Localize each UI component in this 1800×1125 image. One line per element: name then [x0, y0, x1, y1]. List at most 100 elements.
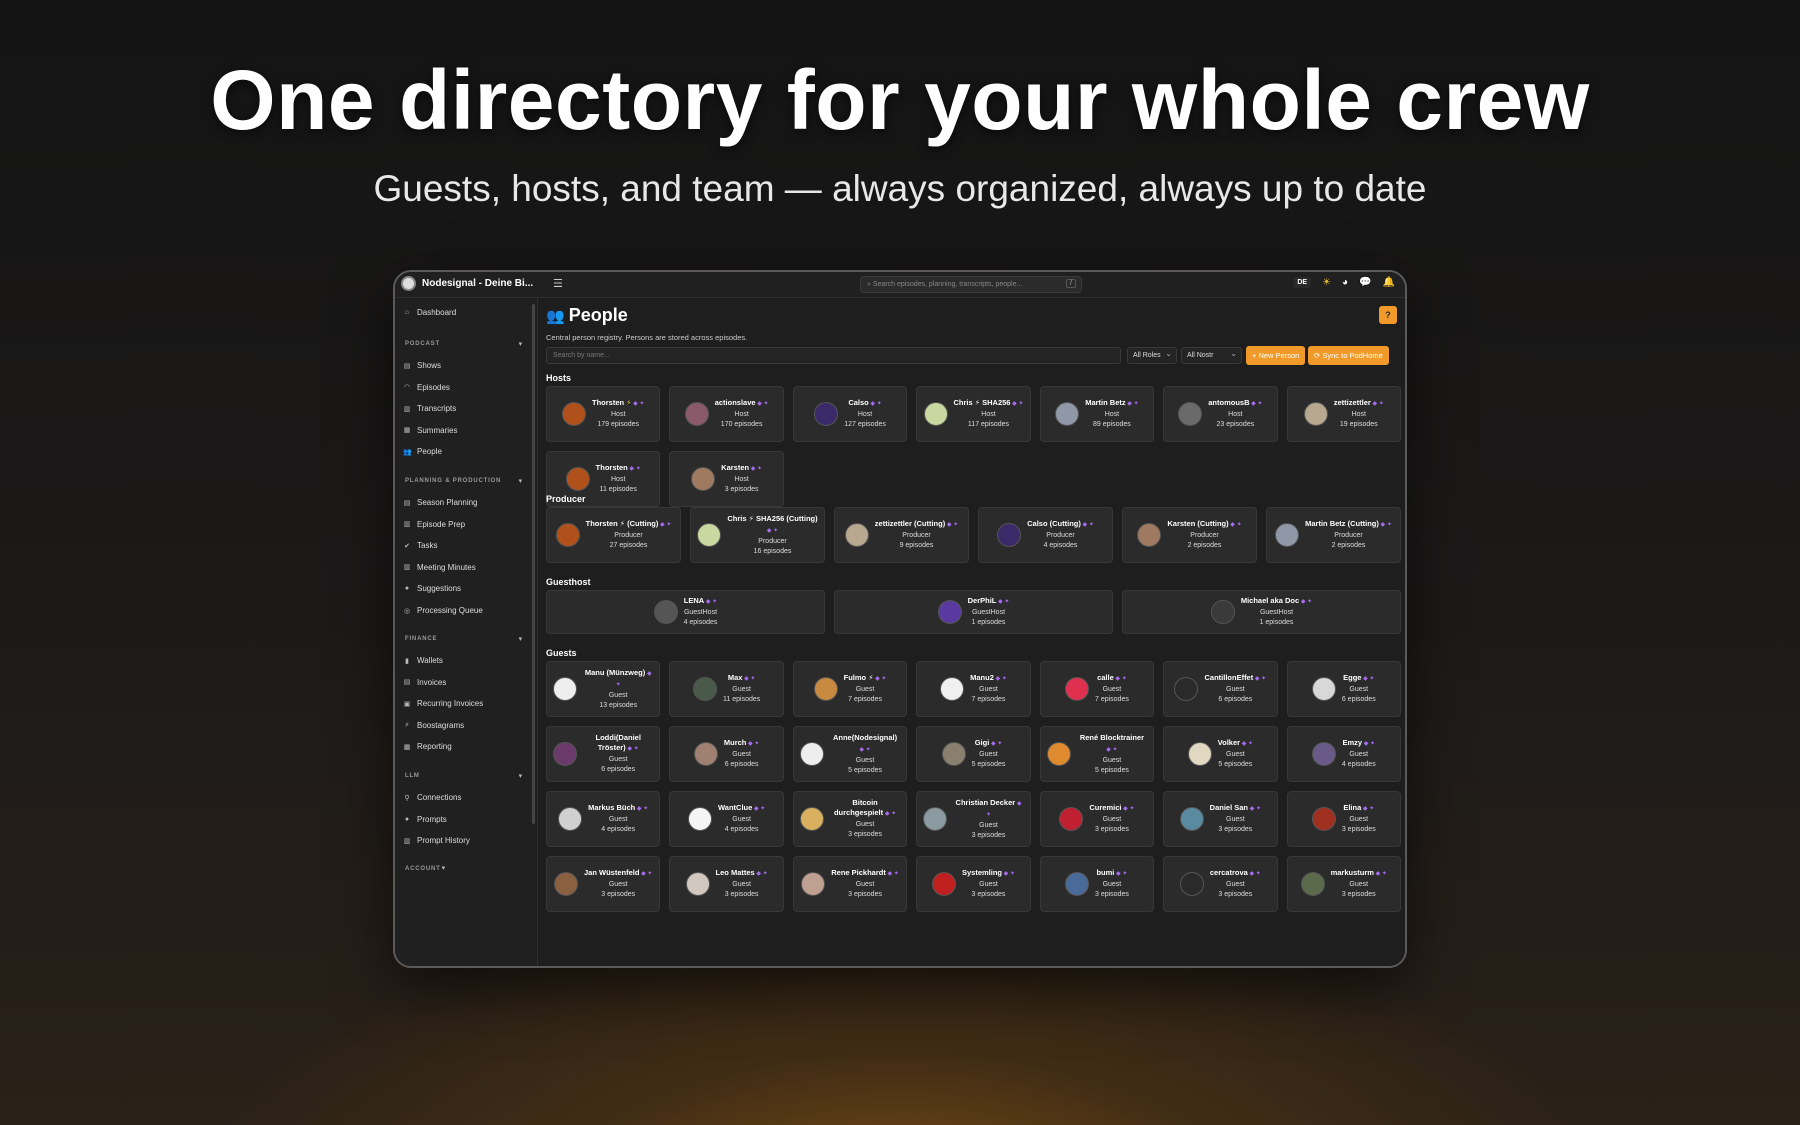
sidebar: ⌂ Dashboard PODCAST ▾ ▤ Shows ◠ Episodes ▥ Trans…	[395, 298, 538, 966]
person-card[interactable]: Bitcoin durchgespielt ◆ ✦ Guest 3 episodes	[792, 791, 908, 847]
person-search-input[interactable]: Search by name...	[546, 347, 1121, 364]
person-card[interactable]: Manu2 ◆ ✦ Guest 7 episodes	[916, 661, 1031, 717]
chat-icon[interactable]: 💬	[1359, 277, 1371, 288]
sidebar-section-podcast[interactable]: PODCAST ▾	[405, 341, 523, 348]
sidebar-item-summaries[interactable]: ▦ Summaries	[403, 426, 458, 435]
sidebar-section-finance[interactable]: FINANCE ▾	[405, 636, 523, 643]
person-card[interactable]: WantClue ◆ ✦ Guest 4 episodes	[669, 791, 784, 847]
person-card[interactable]: Daniel San ◆ ✦ Guest 3 episodes	[1163, 791, 1278, 847]
roles-filter-select[interactable]: All Roles	[1127, 347, 1177, 364]
person-card[interactable]: actionslave ◆ ✦ Host 170 episodes	[669, 386, 784, 442]
language-switcher[interactable]: DE	[1293, 277, 1312, 288]
person-card[interactable]: Calso (Cutting) ◆ ✦ Producer 4 episodes	[978, 507, 1113, 563]
sidebar-item-episode-prep[interactable]: ▥ Episode Prep	[403, 520, 465, 529]
avatar-icon[interactable]: ◕	[1342, 277, 1348, 288]
person-card[interactable]: Chris ⚡ SHA256 ◆ ✦ Host 117 episodes	[916, 386, 1031, 442]
sidebar-item-shows[interactable]: ▤ Shows	[403, 361, 441, 370]
person-card[interactable]: Rene Pickhardt ◆ ✦ Guest 3 episodes	[792, 856, 908, 912]
person-card[interactable]: Thorsten ⚡ (Cutting) ◆ ✦ Producer 27 episo…	[546, 507, 681, 563]
sidebar-item-invoices[interactable]: ▤ Invoices	[403, 678, 447, 687]
person-name: Anne(Nodesignal) ◆ ✦	[832, 732, 898, 753]
sidebar-item-season-planning[interactable]: ▤ Season Planning	[403, 498, 478, 507]
person-card[interactable]: Martin Betz ◆ ✦ Host 89 episodes	[1039, 386, 1155, 442]
person-card[interactable]: Max ◆ ✦ Guest 11 episodes	[669, 661, 784, 717]
avatar	[923, 807, 948, 831]
person-card[interactable]: antomousB ◆ ✦ Host 23 episodes	[1163, 386, 1278, 442]
sidebar-item-prompts[interactable]: ● Prompts	[403, 815, 447, 824]
sidebar-item-episodes[interactable]: ◠ Episodes	[403, 383, 450, 392]
person-card[interactable]: bumi ◆ ✦ Guest 3 episodes	[1039, 856, 1155, 912]
person-card[interactable]: Karsten ◆ ✦ Host 3 episodes	[669, 451, 784, 507]
person-card[interactable]: Karsten (Cutting) ◆ ✦ Producer 2 episodes	[1122, 507, 1257, 563]
person-card[interactable]: Systemling ◆ ✦ Guest 3 episodes	[916, 856, 1031, 912]
person-card[interactable]: Jan Wüstenfeld ◆ ✦ Guest 3 episodes	[546, 856, 661, 912]
person-card[interactable]: CantillonEffet ◆ ✦ Guest 6 episodes	[1163, 661, 1278, 717]
sidebar-item-prompt-history[interactable]: ▥ Prompt History	[403, 836, 470, 845]
sidebar-item-meeting-minutes[interactable]: ▥ Meeting Minutes	[403, 563, 476, 572]
person-card[interactable]: Volker ◆ ✦ Guest 5 episodes	[1163, 726, 1278, 782]
workspace-switcher[interactable]: Nodesignal - Deine Bi...	[401, 276, 533, 291]
sidebar-section-account[interactable]: ACCOUNT▾	[405, 864, 523, 872]
sidebar-item-dashboard[interactable]: ⌂ Dashboard	[403, 308, 456, 317]
nostr-badge-icon: ◆ ✦	[1010, 401, 1024, 407]
person-card[interactable]: Murch ◆ ✦ Guest 6 episodes	[669, 726, 784, 782]
person-card[interactable]: Anne(Nodesignal) ◆ ✦ Guest 5 episodes	[792, 726, 908, 782]
sidebar-item-transcripts[interactable]: ▥ Transcripts	[403, 404, 457, 413]
bell-icon[interactable]: 🔔	[1383, 277, 1395, 288]
person-card[interactable]: Leo Mattes ◆ ✦ Guest 3 episodes	[669, 856, 784, 912]
sidebar-item-tasks[interactable]: ✔ Tasks	[403, 541, 437, 550]
person-card[interactable]: Fulmo ⚡ ◆ ✦ Guest 7 episodes	[792, 661, 908, 717]
person-card[interactable]: cercatrova ◆ ✦ Guest 3 episodes	[1163, 856, 1278, 912]
avatar	[558, 807, 583, 831]
global-search-input[interactable]: ⌕ Search episodes, planning, transcripts…	[860, 276, 1082, 293]
person-card[interactable]: DerPhiL ◆ ✦ GuestHost 1 episodes	[834, 590, 1113, 634]
sidebar-item-boostagrams[interactable]: ⚡ Boostagrams	[403, 721, 465, 730]
sidebar-scrollbar[interactable]	[532, 304, 535, 824]
page-title: 👥 People	[546, 305, 628, 325]
person-card[interactable]: Curemici ◆ ✦ Guest 3 episodes	[1039, 791, 1155, 847]
sidebar-section-llm[interactable]: LLM ▾	[405, 773, 523, 780]
person-card[interactable]: Egge ◆ ✦ Guest 6 episodes	[1286, 661, 1401, 717]
person-card[interactable]: Loddi(Daniel Tröster) ◆ ✦ Guest 6 episodes	[546, 726, 661, 782]
person-card[interactable]: Emzy ◆ ✦ Guest 4 episodes	[1286, 726, 1401, 782]
hamburger-menu-icon[interactable]: ☰	[553, 277, 563, 290]
sidebar-item-wallets[interactable]: ▮ Wallets	[403, 656, 443, 665]
person-card[interactable]: René Blocktrainer ◆ ✦ Guest 5 episodes	[1039, 726, 1155, 782]
person-card[interactable]: Manu (Münzweg) ◆ ✦ Guest 13 episodes	[546, 661, 661, 717]
episode-count: 5 episodes	[1218, 761, 1253, 768]
person-card[interactable]: markusturm ◆ ✦ Guest 3 episodes	[1286, 856, 1401, 912]
person-card[interactable]: Gigi ◆ ✦ Guest 5 episodes	[916, 726, 1031, 782]
new-person-button[interactable]: + New Person	[1246, 346, 1306, 365]
person-card[interactable]: LENA ◆ ✦ GuestHost 4 episodes	[546, 590, 825, 634]
nostr-filter-select[interactable]: All Nostr	[1181, 347, 1242, 364]
section-title-guests: Guests	[546, 648, 577, 658]
sidebar-section-planning-production[interactable]: PLANNING & PRODUCTION ▾	[405, 478, 523, 485]
nostr-badge-icon: ◆ ✦	[749, 466, 763, 472]
person-card[interactable]: Martin Betz (Cutting) ◆ ✦ Producer 2 episo…	[1266, 507, 1401, 563]
sidebar-item-connections[interactable]: ⚲ Connections	[403, 793, 461, 802]
person-card[interactable]: zettizettler (Cutting) ◆ ✦ Producer 9 epis…	[834, 507, 969, 563]
sidebar-item-processing-queue[interactable]: ◎ Processing Queue	[403, 606, 483, 615]
sidebar-item-people[interactable]: 👥 People	[403, 447, 442, 456]
person-card[interactable]: zettizettler ◆ ✦ Host 19 episodes	[1286, 386, 1401, 442]
sidebar-item-suggestions[interactable]: ● Suggestions	[403, 584, 461, 593]
nostr-badge-icon: ◆ ✦	[754, 871, 768, 877]
person-card[interactable]: Thorsten ⚡ ◆ ✦ Host 179 episodes	[546, 386, 661, 442]
person-card[interactable]: Markus Büch ◆ ✦ Guest 4 episodes	[546, 791, 661, 847]
sidebar-item-recurring-invoices[interactable]: ▣ Recurring Invoices	[403, 699, 484, 708]
episode-count: 4 episodes	[601, 826, 636, 833]
sync-podhome-button[interactable]: ⟳ Sync to PodHome	[1308, 346, 1389, 365]
episode-count: 4 episodes	[1043, 542, 1078, 549]
avatar	[941, 742, 966, 766]
person-role: Guest	[1102, 881, 1122, 888]
avatar	[697, 523, 721, 547]
person-card[interactable]: Chris ⚡ SHA256 (Cutting) ◆ ✦ Producer 16 e…	[690, 507, 825, 563]
help-button[interactable]: ?	[1379, 306, 1397, 324]
person-card[interactable]: Elina ◆ ✦ Guest 3 episodes	[1286, 791, 1401, 847]
person-card[interactable]: Calso ◆ ✦ Host 127 episodes	[792, 386, 908, 442]
sidebar-item-reporting[interactable]: ▦ Reporting	[403, 742, 452, 751]
person-card[interactable]: calle ◆ ✦ Guest 7 episodes	[1039, 661, 1155, 717]
person-card[interactable]: Michael aka Doc ◆ ✦ GuestHost 1 episodes	[1122, 590, 1401, 634]
person-card[interactable]: Christian Decker ◆ ✦ Guest 3 episodes	[916, 791, 1031, 847]
theme-sun-icon[interactable]: ☀	[1322, 277, 1331, 288]
